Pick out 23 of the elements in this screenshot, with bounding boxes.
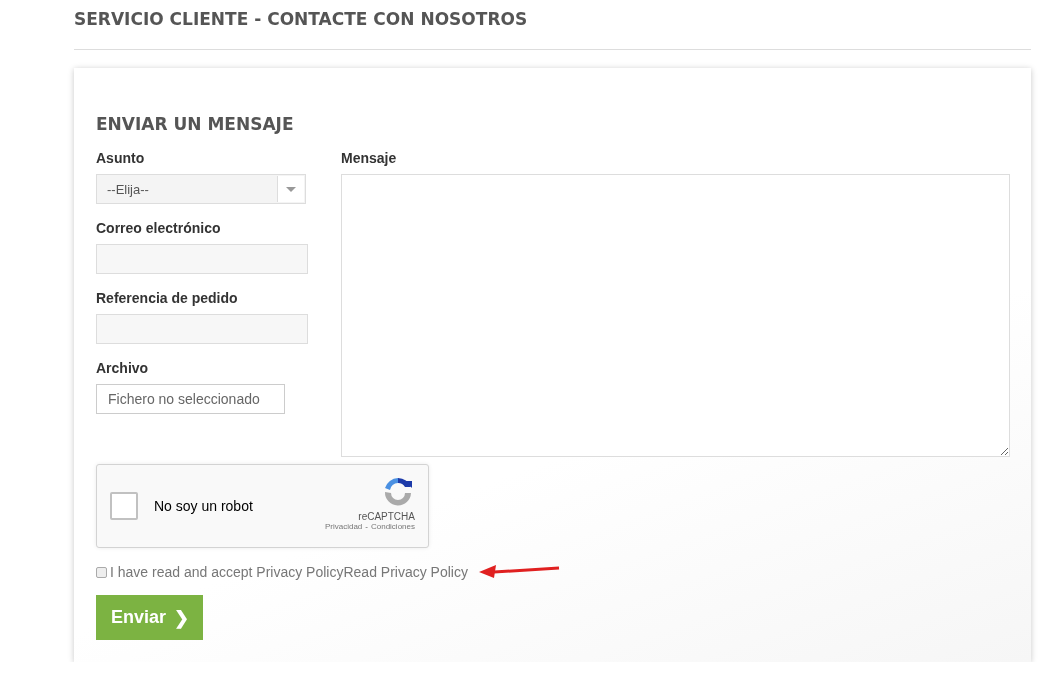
recaptcha-brand: reCAPTCHA	[358, 511, 415, 522]
captcha-checkbox[interactable]	[110, 492, 138, 520]
subject-dropdown[interactable]: --Elija--	[96, 174, 306, 204]
file-label: Archivo	[96, 360, 150, 376]
privacy-link[interactable]: Privacidad	[324, 522, 363, 531]
order-reference-field[interactable]	[96, 314, 308, 344]
email-field[interactable]	[96, 244, 308, 274]
consent-label: I have read and accept Privacy Policy	[110, 564, 344, 580]
message-field[interactable]	[341, 174, 1010, 457]
page-title: SERVICIO CLIENTE - CONTACTE CON NOSOTROS	[74, 8, 528, 31]
email-label: Correo electrónico	[96, 220, 222, 236]
caret-icon	[277, 176, 304, 202]
privacy-policy-link[interactable]: Read Privacy Policy	[343, 564, 468, 580]
consent-checkbox[interactable]	[96, 566, 107, 578]
submit-button[interactable]: Enviar ❯	[96, 595, 204, 640]
message-label: Mensaje	[341, 150, 398, 166]
separator: -	[365, 522, 368, 531]
order-reference-label: Referencia de pedido	[96, 290, 239, 306]
terms-link[interactable]: Condiciones	[370, 522, 415, 531]
file-field[interactable]: Fichero no seleccionado	[96, 384, 285, 414]
captcha-label: No soy un robot	[154, 498, 253, 514]
form-heading: ENVIAR UN MENSAJE	[96, 114, 295, 134]
subject-label: Asunto	[96, 150, 146, 166]
